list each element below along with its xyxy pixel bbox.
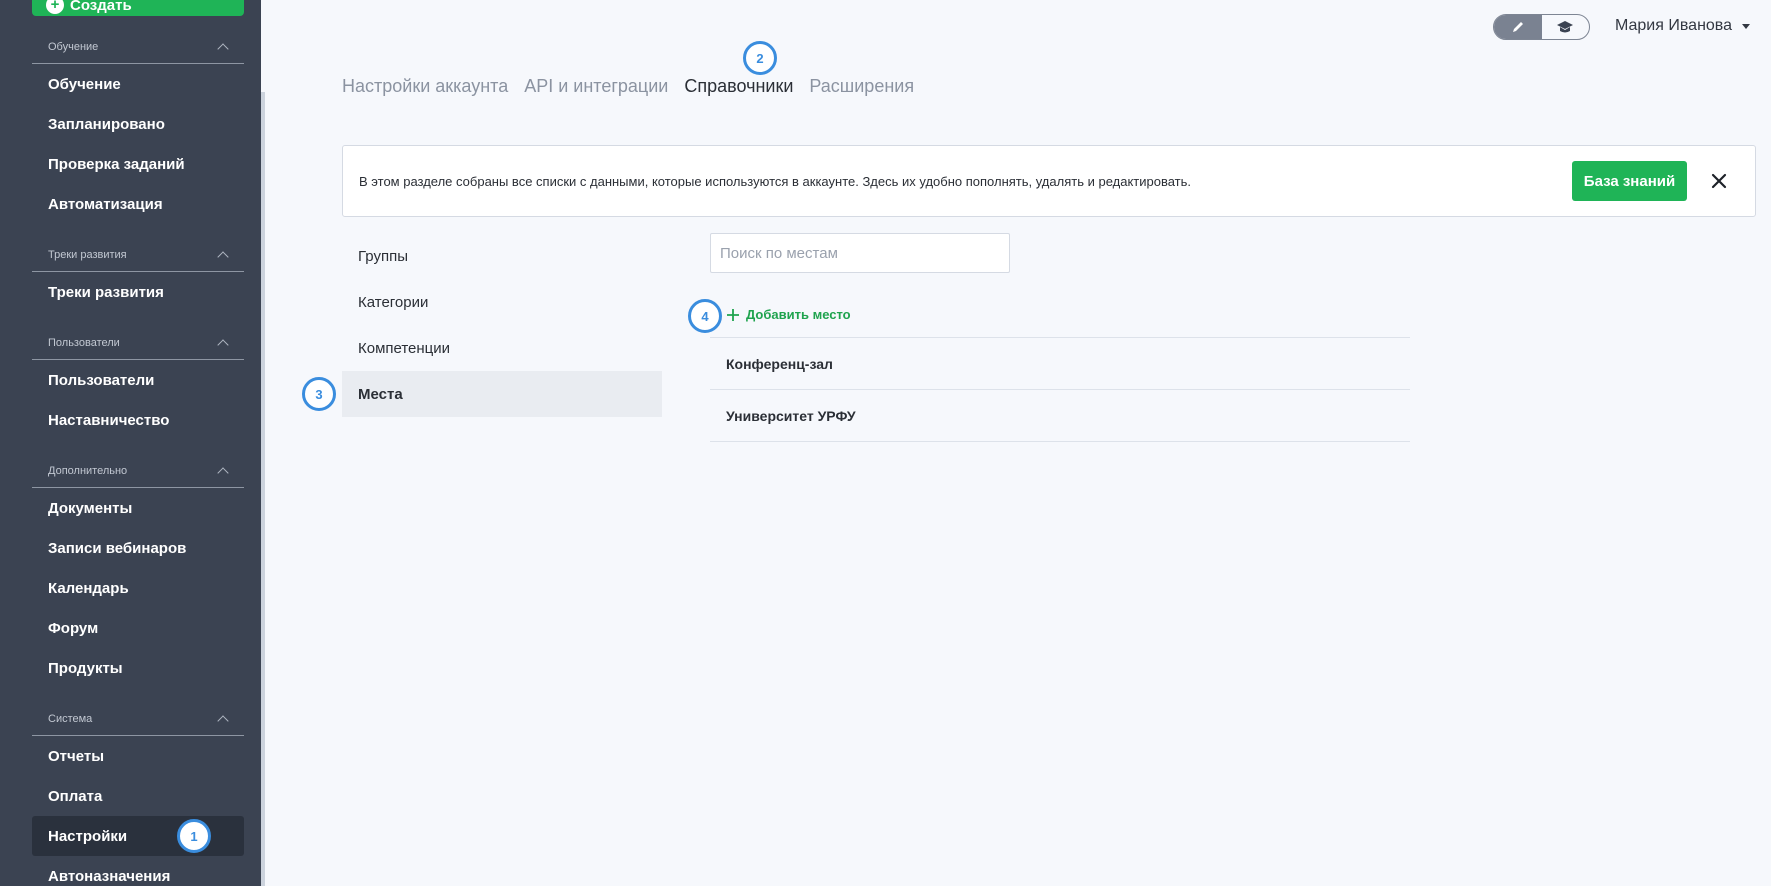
sidebar-item-planned[interactable]: Запланировано xyxy=(32,104,244,144)
chevron-up-icon xyxy=(218,714,228,724)
references-list: Группы Категории Компетенции Места xyxy=(342,233,662,417)
sidebar-item-task-review[interactable]: Проверка заданий xyxy=(32,144,244,184)
close-banner-button[interactable] xyxy=(1699,161,1739,201)
tab-extensions[interactable]: Расширения xyxy=(809,76,914,97)
tab-references[interactable]: Справочники xyxy=(684,76,793,97)
list-item[interactable]: Конференц-зал xyxy=(710,338,1410,390)
section-header-users[interactable]: Пользователи xyxy=(32,326,244,360)
section-title: Обучение xyxy=(48,40,99,53)
step-marker-1: 1 xyxy=(177,819,211,853)
reference-item-competencies[interactable]: Компетенции xyxy=(342,325,662,371)
section-header-extra[interactable]: Дополнительно xyxy=(32,454,244,488)
add-place-button[interactable]: Добавить место xyxy=(726,307,851,322)
graduation-cap-icon xyxy=(1557,21,1574,33)
step-marker-3: 3 xyxy=(302,377,336,411)
sidebar-item-learning[interactable]: Обучение xyxy=(32,64,244,104)
section-header-system[interactable]: Система xyxy=(32,702,244,736)
section-title: Дополнительно xyxy=(48,464,128,477)
sidebar-item-settings[interactable]: Настройки xyxy=(32,816,244,856)
reference-item-groups[interactable]: Группы xyxy=(342,233,662,279)
list-item[interactable]: Университет УРФУ xyxy=(710,390,1410,442)
edit-mode-button[interactable] xyxy=(1494,15,1542,39)
step-marker-2: 2 xyxy=(743,41,777,75)
sidebar-item-forum[interactable]: Форум xyxy=(32,608,244,648)
user-menu[interactable]: Мария Иванова xyxy=(1615,17,1751,35)
tab-account-settings[interactable]: Настройки аккаунта xyxy=(342,76,508,97)
banner-text: В этом разделе собраны все списки с данн… xyxy=(359,173,1192,189)
sidebar-item-webinar-records[interactable]: Записи вебинаров xyxy=(32,528,244,568)
create-button[interactable]: + Создать xyxy=(32,0,244,16)
caret-down-icon xyxy=(1742,23,1751,29)
sidebar-item-calendar[interactable]: Календарь xyxy=(32,568,244,608)
learner-mode-button[interactable] xyxy=(1542,15,1590,39)
pencil-icon xyxy=(1512,22,1523,32)
sidebar-item-reports[interactable]: Отчеты xyxy=(32,736,244,776)
sidebar: + Создать Обучение Обучение Запланирован… xyxy=(0,0,261,886)
sidebar-item-auto-assign[interactable]: Автоназначения xyxy=(32,856,244,886)
chevron-up-icon xyxy=(218,466,228,476)
sidebar-item-products[interactable]: Продукты xyxy=(32,648,244,688)
sidebar-nav: Обучение Обучение Запланировано Проверка… xyxy=(32,30,244,886)
sidebar-item-payment[interactable]: Оплата xyxy=(32,776,244,816)
mode-toggle[interactable] xyxy=(1493,14,1590,40)
sidebar-item-tracks[interactable]: Треки развития xyxy=(32,272,244,312)
sidebar-item-documents[interactable]: Документы xyxy=(32,488,244,528)
settings-tabs: Настройки аккаунта API и интеграции Спра… xyxy=(342,76,914,97)
reference-item-places[interactable]: Места xyxy=(342,371,662,417)
section-title: Треки развития xyxy=(48,248,127,261)
places-search-input[interactable] xyxy=(710,233,1010,273)
close-icon xyxy=(1711,173,1727,189)
add-place-label: Добавить место xyxy=(746,307,851,322)
sidebar-item-mentoring[interactable]: Наставничество xyxy=(32,400,244,440)
places-list: Конференц-зал Университет УРФУ xyxy=(710,337,1410,442)
chevron-up-icon xyxy=(218,42,228,52)
chevron-up-icon xyxy=(218,338,228,348)
section-header-tracks[interactable]: Треки развития xyxy=(32,238,244,272)
sidebar-item-automation[interactable]: Автоматизация xyxy=(32,184,244,224)
user-name: Мария Иванова xyxy=(1615,17,1733,34)
tab-api-integrations[interactable]: API и интеграции xyxy=(524,76,668,97)
section-title: Система xyxy=(48,712,93,725)
step-marker-4: 4 xyxy=(688,299,722,333)
sidebar-scrollbar[interactable] xyxy=(261,92,265,886)
info-banner: В этом разделе собраны все списки с данн… xyxy=(342,145,1756,217)
section-header-learning[interactable]: Обучение xyxy=(32,30,244,64)
knowledge-base-button[interactable]: База знаний xyxy=(1572,161,1687,201)
plus-icon: + xyxy=(46,0,64,14)
reference-item-categories[interactable]: Категории xyxy=(342,279,662,325)
section-title: Пользователи xyxy=(48,336,120,349)
plus-icon xyxy=(726,308,740,322)
sidebar-item-users[interactable]: Пользователи xyxy=(32,360,244,400)
create-button-label: Создать xyxy=(70,0,132,14)
chevron-up-icon xyxy=(218,250,228,260)
